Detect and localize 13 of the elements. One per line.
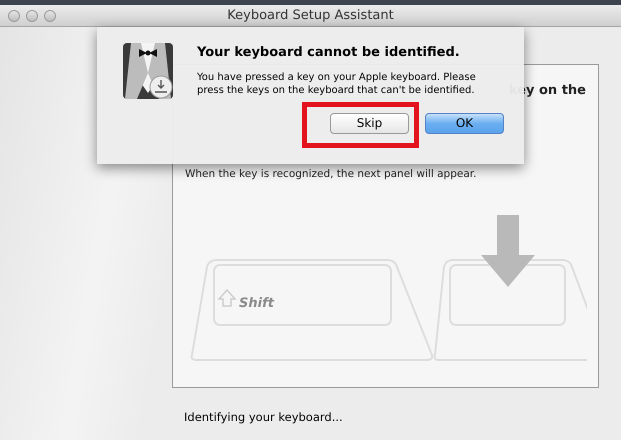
window-title: Keyboard Setup Assistant xyxy=(226,6,395,25)
tuxedo-icon xyxy=(123,43,175,101)
zoom-button[interactable] xyxy=(44,10,56,22)
instruction-text: When the key is recognized, the next panel will appear. xyxy=(185,166,478,182)
alert-message: You have pressed a key on your Apple keyboard. Please press the keys on the keyboard that can't be identified. xyxy=(197,70,477,96)
dialog-button[interactable]: Skip xyxy=(330,112,409,134)
down-arrow-icon xyxy=(481,215,535,287)
ok-button[interactable]: OK xyxy=(425,112,504,134)
close-button[interactable] xyxy=(8,10,20,22)
key-label: Shift xyxy=(239,296,274,311)
status-text: Identifying your keyboard... xyxy=(184,409,344,426)
alert-title: Your keyboard cannot be identified. xyxy=(197,44,461,62)
minimize-button[interactable] xyxy=(26,10,38,22)
